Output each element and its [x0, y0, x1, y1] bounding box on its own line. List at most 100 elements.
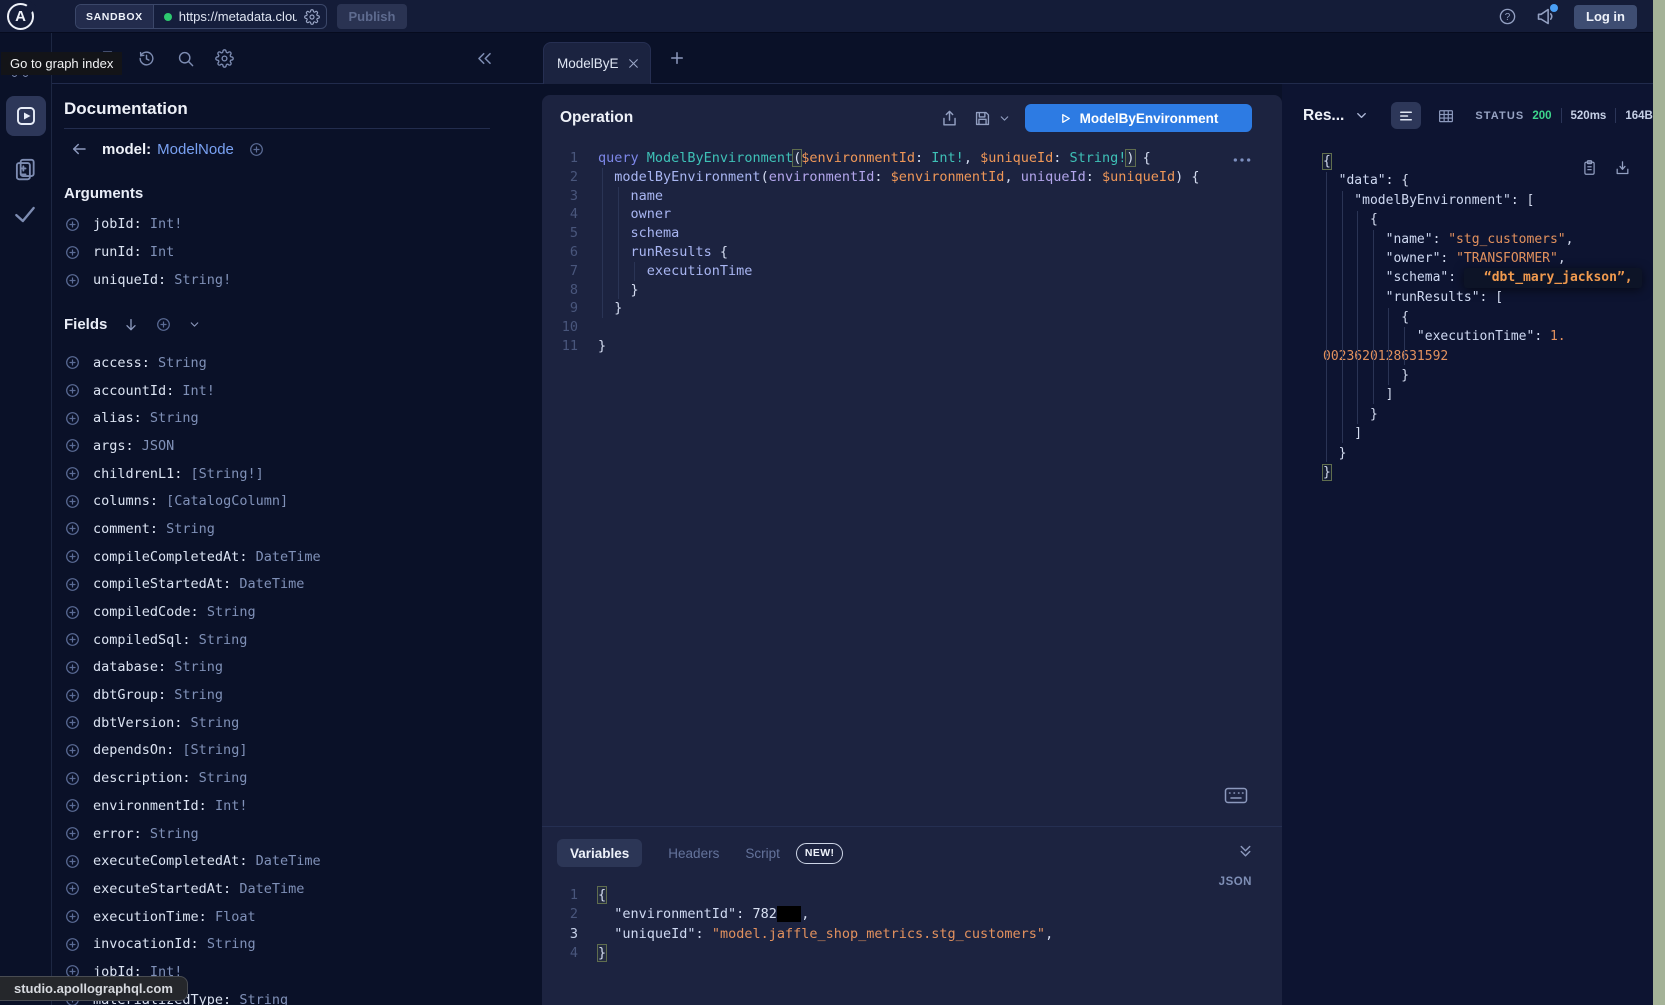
- field-type[interactable]: JSON: [142, 438, 175, 454]
- add-to-query-icon[interactable]: [64, 465, 81, 482]
- sandbox-url-bar[interactable]: SANDBOX https://metadata.cloud.getd: [75, 4, 327, 29]
- add-to-query-icon[interactable]: [64, 604, 81, 621]
- add-to-query-icon[interactable]: [64, 631, 81, 648]
- field-row[interactable]: dbtVersion: String: [64, 709, 504, 737]
- field-row[interactable]: accountId: Int!: [64, 377, 504, 405]
- sidebar-item-explorer[interactable]: [6, 96, 46, 136]
- search-icon[interactable]: [176, 49, 195, 68]
- field-type[interactable]: Int!: [182, 383, 215, 399]
- field-name[interactable]: dbtVersion: [93, 715, 174, 731]
- argument-name[interactable]: uniqueId: [93, 272, 158, 288]
- field-name[interactable]: compileCompletedAt: [93, 549, 239, 565]
- field-row[interactable]: compiledSql: String: [64, 626, 504, 654]
- field-type[interactable]: String: [199, 770, 248, 786]
- field-row[interactable]: comment: String: [64, 515, 504, 543]
- table-view-toggle[interactable]: [1437, 107, 1455, 125]
- run-operation-button[interactable]: ModelByEnvironment: [1025, 104, 1252, 132]
- field-type[interactable]: DateTime: [239, 881, 304, 897]
- add-to-query-icon[interactable]: [64, 797, 81, 814]
- field-type[interactable]: String: [158, 355, 207, 371]
- collapse-sidebar-icon[interactable]: [475, 49, 494, 68]
- add-to-query-icon[interactable]: [64, 548, 81, 565]
- add-to-query-icon[interactable]: [64, 936, 81, 953]
- field-row[interactable]: description: String: [64, 764, 504, 792]
- help-icon[interactable]: [1498, 7, 1517, 26]
- field-row[interactable]: compileStartedAt: DateTime: [64, 571, 504, 599]
- field-type[interactable]: Int!: [215, 798, 248, 814]
- add-to-query-icon[interactable]: [64, 659, 81, 676]
- save-operation-icon[interactable]: [973, 109, 992, 128]
- field-type[interactable]: String: [174, 687, 223, 703]
- field-type[interactable]: DateTime: [239, 576, 304, 592]
- endpoint-url-segment[interactable]: https://metadata.cloud.getd: [154, 9, 326, 25]
- field-row[interactable]: executeStartedAt: DateTime: [64, 875, 504, 903]
- add-to-query-icon[interactable]: [64, 576, 81, 593]
- response-menu-chevron-icon[interactable]: [1354, 108, 1369, 123]
- add-to-query-icon[interactable]: [64, 244, 81, 261]
- field-name[interactable]: invocationId: [93, 936, 191, 952]
- settings-gear-icon[interactable]: [215, 49, 234, 68]
- sidebar-item-schema[interactable]: [12, 156, 38, 182]
- argument-type[interactable]: Int!: [150, 216, 183, 232]
- field-row[interactable]: executionTime: Float: [64, 903, 504, 931]
- field-type[interactable]: String: [199, 632, 248, 648]
- add-to-query-icon[interactable]: [64, 493, 81, 510]
- field-name[interactable]: dbtGroup: [93, 687, 158, 703]
- argument-type[interactable]: Int: [150, 244, 174, 260]
- field-name[interactable]: alias: [93, 410, 134, 426]
- field-type[interactable]: String: [207, 936, 256, 952]
- argument-row[interactable]: jobId: Int!: [64, 210, 504, 238]
- save-menu-chevron-icon[interactable]: [998, 112, 1011, 125]
- field-name[interactable]: description: [93, 770, 182, 786]
- add-to-query-icon[interactable]: [64, 908, 81, 925]
- field-row[interactable]: childrenL1: [String!]: [64, 460, 504, 488]
- field-name[interactable]: executeCompletedAt: [93, 853, 239, 869]
- share-operation-icon[interactable]: [940, 109, 959, 128]
- login-button[interactable]: Log in: [1574, 5, 1637, 29]
- add-to-query-icon[interactable]: [64, 714, 81, 731]
- json-view-toggle[interactable]: [1391, 102, 1421, 129]
- collapse-variables-icon[interactable]: [1237, 843, 1254, 860]
- announcements-icon[interactable]: [1535, 6, 1556, 27]
- field-name[interactable]: error: [93, 826, 134, 842]
- operation-tab[interactable]: ModelByEnvi...: [543, 42, 651, 84]
- tab-script[interactable]: Script: [745, 846, 780, 861]
- argument-row[interactable]: uniqueId: String!: [64, 266, 504, 294]
- endpoint-settings-gear-icon[interactable]: [304, 9, 320, 25]
- field-row[interactable]: alias: String: [64, 404, 504, 432]
- field-name[interactable]: args: [93, 438, 126, 454]
- field-row[interactable]: compileCompletedAt: DateTime: [64, 543, 504, 571]
- field-name[interactable]: accountId: [93, 383, 166, 399]
- field-type[interactable]: String: [150, 410, 199, 426]
- field-row[interactable]: database: String: [64, 654, 504, 682]
- field-type[interactable]: [String]: [182, 742, 247, 758]
- variables-editor[interactable]: 1{2 "environmentId": 782 ,3 "uniqueId": …: [552, 886, 1053, 963]
- field-name[interactable]: executionTime: [93, 909, 199, 925]
- field-row[interactable]: access: String: [64, 349, 504, 377]
- field-name[interactable]: database: [93, 659, 158, 675]
- field-name[interactable]: compiledCode: [93, 604, 191, 620]
- field-row[interactable]: executeCompletedAt: DateTime: [64, 847, 504, 875]
- response-json-viewer[interactable]: { "data": { "modelByEnvironment": [ { "n…: [1323, 152, 1642, 483]
- argument-row[interactable]: runId: Int: [64, 238, 504, 266]
- field-name[interactable]: dependsOn: [93, 742, 166, 758]
- add-to-query-icon[interactable]: [64, 354, 81, 371]
- field-row[interactable]: environmentId: Int!: [64, 792, 504, 820]
- field-type[interactable]: [CatalogColumn]: [166, 493, 288, 509]
- field-row[interactable]: compiledCode: String: [64, 598, 504, 626]
- field-name[interactable]: comment: [93, 521, 150, 537]
- argument-name[interactable]: runId: [93, 244, 134, 260]
- field-name[interactable]: environmentId: [93, 798, 199, 814]
- add-to-query-icon[interactable]: [64, 770, 81, 787]
- argument-name[interactable]: jobId: [93, 216, 134, 232]
- field-type[interactable]: DateTime: [256, 549, 321, 565]
- field-type-link[interactable]: ModelNode: [157, 141, 234, 158]
- add-to-query-icon[interactable]: [64, 410, 81, 427]
- field-name[interactable]: executeStartedAt: [93, 881, 223, 897]
- field-name[interactable]: columns: [93, 493, 150, 509]
- publish-button[interactable]: Publish: [337, 4, 407, 29]
- field-type[interactable]: [String!]: [191, 466, 264, 482]
- field-type[interactable]: Float: [215, 909, 256, 925]
- add-to-query-icon[interactable]: [64, 382, 81, 399]
- field-type[interactable]: String: [239, 992, 288, 1005]
